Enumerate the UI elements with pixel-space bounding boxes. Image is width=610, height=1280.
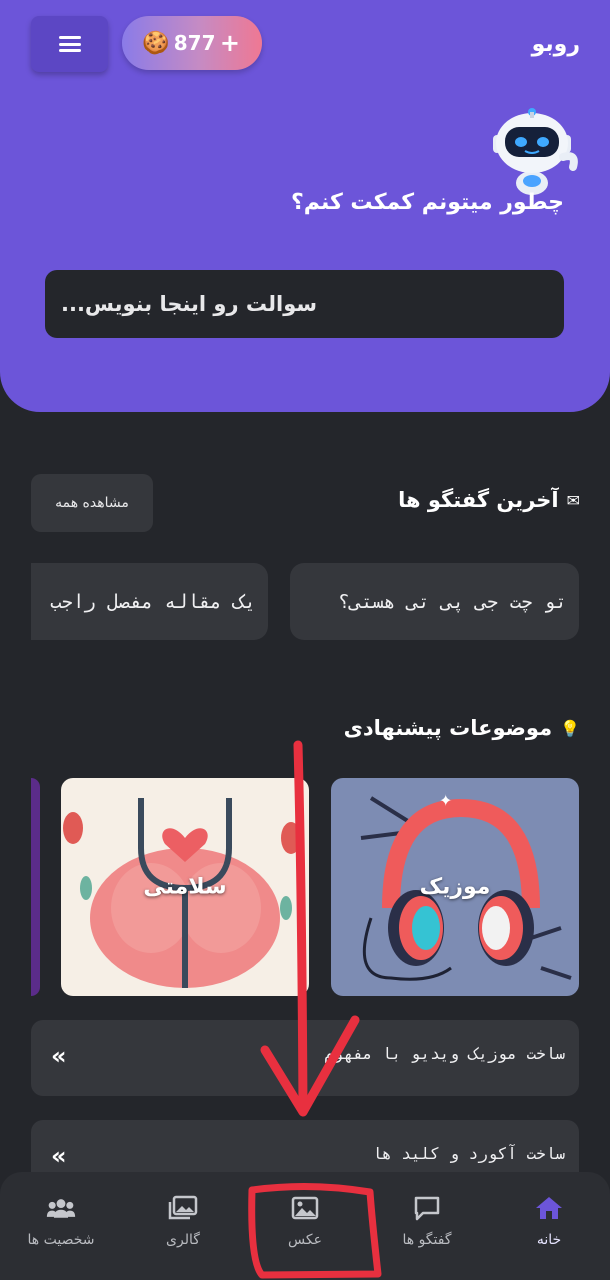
cookie-icon: 🍪: [142, 30, 170, 56]
menu-button[interactable]: [31, 16, 108, 72]
recent-chat-card[interactable]: یک مقاله مفصل راجب: [31, 563, 268, 640]
nav-label-chats: گفتگو ها: [402, 1232, 452, 1248]
question-input[interactable]: سوالت رو اینجا بنویس...: [45, 270, 564, 338]
topic-label-music: موزیک: [419, 874, 491, 900]
double-chevron-icon: «: [51, 1042, 67, 1070]
envelope-icon: ✉: [566, 490, 580, 510]
recent-chat-card[interactable]: تو چت جی پی تی هستی؟: [290, 563, 579, 640]
home-icon: [534, 1194, 564, 1222]
image-icon: [290, 1194, 320, 1222]
topic-card-health[interactable]: سلامتی: [61, 778, 309, 996]
credits-count: 877: [173, 31, 216, 55]
nav-label-characters: شخصیت ها: [27, 1232, 95, 1248]
nav-item-home[interactable]: خانه: [494, 1194, 604, 1280]
credits-pill[interactable]: 🍪 877 +: [122, 16, 262, 70]
suggested-topics-heading: 💡 موضوعات پیشنهادی: [344, 716, 580, 740]
topic-label-health: سلامتی: [143, 874, 227, 900]
topic-card-partial[interactable]: [31, 778, 40, 996]
recent-chats-title: آخرین گفتگو ها: [398, 488, 559, 512]
suggested-prompt-text: ساخت آکورد و کلید ها: [372, 1144, 565, 1163]
nav-label-gallery: گالری: [166, 1232, 200, 1248]
view-all-button[interactable]: مشاهده همه: [31, 474, 153, 532]
nav-item-gallery[interactable]: گالری: [128, 1194, 238, 1280]
suggested-topics-title: موضوعات پیشنهادی: [343, 716, 553, 740]
hamburger-icon: [58, 36, 81, 52]
hero-panel: روبو 🍪 877 + چطور میتونم کمکت کنم؟ سوالت…: [0, 0, 610, 412]
help-heading: چطور میتونم کمکت کنم؟: [290, 190, 564, 215]
robot-mascot-icon: [493, 108, 578, 195]
nav-label-image: عکس: [288, 1232, 322, 1248]
lightbulb-icon: 💡: [560, 718, 580, 738]
recent-chat-text: یک مقاله مفصل راجب: [50, 590, 256, 613]
users-icon: [46, 1194, 76, 1222]
suggested-prompt-text: ساخت موزیک ویدیو با مفهوم: [324, 1044, 565, 1063]
nav-label-home: خانه: [536, 1232, 562, 1248]
topic-card-music[interactable]: ✦ موزیک: [331, 778, 579, 996]
bottom-navigation: خانه گفتگو ها عکس گالری شخصیت ها: [0, 1172, 610, 1280]
double-chevron-icon: «: [51, 1142, 67, 1170]
recent-chat-text: تو چت جی پی تی هستی؟: [338, 590, 567, 613]
chat-icon: [412, 1194, 442, 1222]
gallery-icon: [168, 1194, 198, 1222]
app-title: روبو: [531, 32, 580, 57]
recent-chats-heading: ✉ آخرین گفتگو ها: [398, 488, 580, 512]
nav-item-characters[interactable]: شخصیت ها: [6, 1194, 116, 1280]
add-credits-icon[interactable]: +: [220, 29, 240, 57]
nav-item-image[interactable]: عکس: [250, 1194, 360, 1280]
svg-text:✦: ✦: [439, 791, 452, 810]
suggested-prompt-row[interactable]: ساخت موزیک ویدیو با مفهوم «: [31, 1020, 579, 1096]
nav-item-chats[interactable]: گفتگو ها: [372, 1194, 482, 1280]
